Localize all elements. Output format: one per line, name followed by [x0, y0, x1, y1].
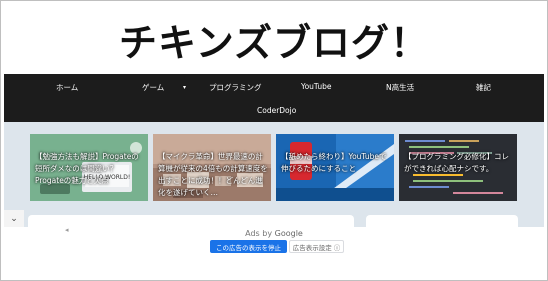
ad-settings-button[interactable]: 広告表示設定 ⓘ	[289, 240, 344, 253]
site-header: チキンズブログ！	[4, 4, 544, 74]
nav-item-programming[interactable]: プログラミング	[209, 82, 262, 93]
main-content-panel	[28, 215, 354, 227]
stop-ad-button[interactable]: この広告の表示を停止	[210, 240, 287, 253]
featured-card[interactable]: HELLO WORLD! 【勉強方法も解説】Progateの短所ダメなのは間違い…	[30, 134, 148, 201]
sidebar-panel	[366, 215, 518, 227]
card-title: 【舐めたら終わり】YouTubeで伸びるためにすること	[281, 152, 387, 173]
google-label: Google	[274, 229, 303, 238]
chevron-down-icon: ⌄	[10, 214, 18, 224]
nav-item-home[interactable]: ホーム	[56, 82, 78, 93]
chevron-down-icon[interactable]: ▾	[183, 84, 186, 91]
global-nav: ホーム ゲーム プログラミング YouTube N高生活 雑記 CoderDoj…	[4, 74, 544, 122]
info-icon: ⓘ	[333, 243, 341, 252]
site-title[interactable]: チキンズブログ！	[119, 12, 429, 67]
ad-overlay: ◂ Ads by Google この広告の表示を停止 広告表示設定 ⓘ	[4, 226, 544, 277]
nav-item-n-high[interactable]: N高生活	[386, 82, 414, 93]
featured-card[interactable]: 【舐めたら終わり】YouTubeで伸びるためにすること	[276, 134, 394, 201]
featured-card[interactable]: 【プログラミング必修化】コレができれば心配ナシです。	[399, 134, 517, 201]
card-title: 【プログラミング必修化】コレができれば心配ナシです。	[404, 152, 509, 173]
nav-item-game[interactable]: ゲーム	[142, 82, 164, 93]
nav-item-youtube[interactable]: YouTube	[301, 82, 332, 91]
featured-card[interactable]: 【マイクラ革命】世界最速の計算機が従来の4倍もの計算速度を出すことに成功！！どん…	[153, 134, 271, 201]
nav-item-misc[interactable]: 雑記	[476, 82, 491, 93]
nav-item-coderdojo[interactable]: CoderDojo	[257, 106, 296, 115]
ads-by-google: Ads by Google	[4, 229, 544, 238]
collapse-ad-button[interactable]: ⌄	[4, 210, 24, 228]
ads-by-label: Ads by	[245, 229, 273, 238]
featured-area: HELLO WORLD! 【勉強方法も解説】Progateの短所ダメなのは間違い…	[4, 122, 544, 227]
card-title: 【勉強方法も解説】Progateの短所ダメなのは間違い？Progateの魅力と欠…	[35, 152, 139, 185]
ad-settings-label: 広告表示設定	[292, 243, 332, 252]
card-title: 【マイクラ革命】世界最速の計算機が従来の4倍もの計算速度を出すことに成功！！どん…	[158, 152, 268, 197]
